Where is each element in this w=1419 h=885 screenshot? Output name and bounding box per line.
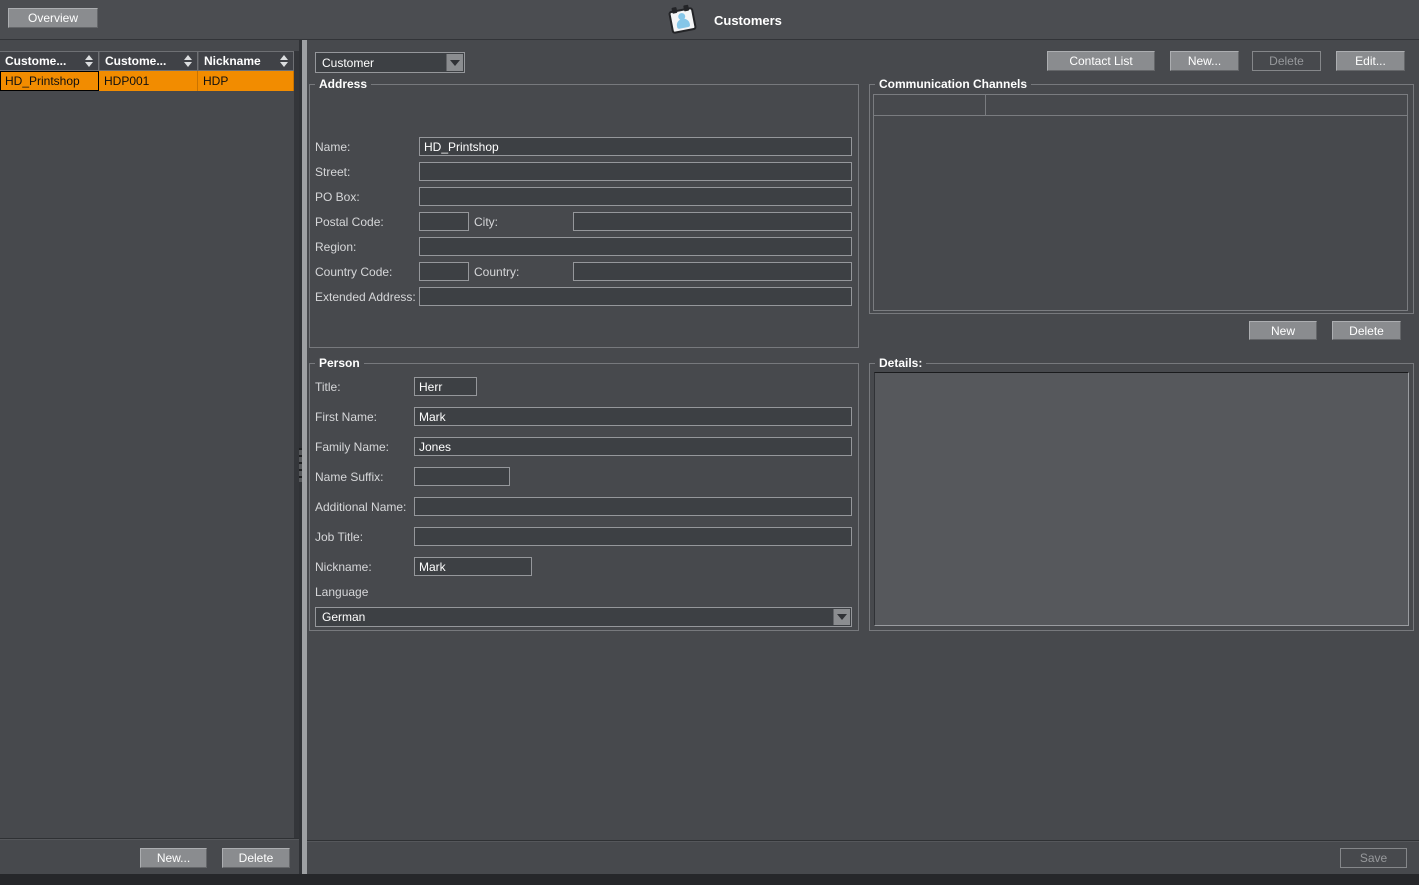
contact-list-button[interactable]: Contact List	[1047, 51, 1155, 71]
person-group: Person Title: First Name: Family Name: N…	[309, 363, 859, 631]
title-field[interactable]	[414, 377, 477, 396]
nickname-label: Nickname:	[315, 560, 414, 574]
new-customer-button[interactable]: New...	[1170, 51, 1239, 71]
column-label: Nickname	[204, 54, 261, 68]
customers-window: Overview Customers Custome... Custome...	[0, 0, 1419, 885]
top-bar: Overview Customers	[0, 0, 1419, 40]
dropdown-arrow-icon[interactable]	[833, 609, 850, 625]
street-field[interactable]	[419, 162, 852, 181]
additional-name-field[interactable]	[414, 497, 852, 516]
channel-type-column-header[interactable]	[874, 95, 986, 115]
details-group: Details:	[869, 363, 1414, 631]
edit-customer-button[interactable]: Edit...	[1336, 51, 1405, 71]
record-type-value: Customer	[322, 56, 374, 70]
cell-customer-name[interactable]: HD_Printshop	[0, 71, 99, 91]
customers-badge-icon	[668, 4, 698, 36]
left-footer-separator	[0, 838, 299, 840]
overview-button[interactable]: Overview	[8, 8, 98, 28]
region-label: Region:	[315, 240, 419, 254]
customer-row-selected[interactable]: HD_Printshop HDP001 HDP	[0, 71, 294, 91]
record-type-dropdown[interactable]: Customer	[315, 52, 465, 73]
column-header-customer-number[interactable]: Custome...	[99, 52, 198, 70]
cell-customer-number[interactable]: HDP001	[99, 71, 198, 91]
region-field[interactable]	[419, 237, 852, 256]
family-name-field[interactable]	[414, 437, 852, 456]
name-suffix-label: Name Suffix:	[315, 470, 414, 484]
panel-splitter[interactable]	[299, 40, 307, 874]
communication-channels-table[interactable]	[873, 94, 1408, 311]
postal-code-field[interactable]	[419, 212, 469, 231]
delete-channel-button[interactable]: Delete	[1332, 321, 1401, 340]
customer-table-header: Custome... Custome... Nickname	[0, 51, 294, 71]
details-group-title: Details:	[875, 356, 926, 370]
first-name-label: First Name:	[315, 410, 414, 424]
new-list-entry-button[interactable]: New...	[140, 848, 207, 868]
street-label: Street:	[315, 165, 419, 179]
communication-channels-table-header	[874, 95, 1407, 116]
city-field[interactable]	[573, 212, 852, 231]
column-header-nickname[interactable]: Nickname	[198, 52, 294, 70]
cell-nickname[interactable]: HDP	[198, 71, 294, 91]
new-channel-button[interactable]: New	[1249, 321, 1317, 340]
language-dropdown[interactable]: German	[315, 607, 852, 627]
communication-channels-group: Communication Channels	[869, 84, 1414, 314]
dropdown-arrow-icon[interactable]	[446, 54, 463, 71]
name-suffix-field[interactable]	[414, 467, 510, 486]
column-label: Custome...	[5, 54, 66, 68]
country-code-label: Country Code:	[315, 265, 419, 279]
customer-list-table: Custome... Custome... Nickname HD_Prints…	[0, 51, 294, 91]
delete-list-entry-button[interactable]: Delete	[222, 848, 290, 868]
sort-icon	[280, 55, 288, 67]
sort-icon	[184, 55, 192, 67]
save-button[interactable]: Save	[1340, 848, 1407, 868]
sort-icon	[85, 55, 93, 67]
city-label: City:	[469, 215, 573, 229]
nickname-field[interactable]	[414, 557, 532, 576]
first-name-field[interactable]	[414, 407, 852, 426]
po-box-label: PO Box:	[315, 190, 419, 204]
right-footer-separator	[307, 840, 1419, 842]
name-label: Name:	[315, 140, 419, 154]
title-label: Title:	[315, 380, 414, 394]
name-field[interactable]	[419, 137, 852, 156]
additional-name-label: Additional Name:	[315, 500, 414, 514]
extended-address-field[interactable]	[419, 287, 852, 306]
person-group-title: Person	[315, 356, 364, 370]
job-title-field[interactable]	[414, 527, 852, 546]
address-group: Address Name: Street: PO Box: Postal Cod…	[309, 84, 859, 348]
job-title-label: Job Title:	[315, 530, 414, 544]
title-area: Customers	[668, 0, 782, 40]
po-box-field[interactable]	[419, 187, 852, 206]
splitter-grip-icon[interactable]	[299, 448, 302, 482]
details-textarea[interactable]	[874, 372, 1409, 626]
page-title: Customers	[714, 13, 782, 28]
delete-customer-button[interactable]: Delete	[1252, 51, 1321, 71]
address-group-title: Address	[315, 77, 371, 91]
extended-address-label: Extended Address:	[315, 290, 419, 304]
country-label: Country:	[469, 265, 573, 279]
column-label: Custome...	[105, 54, 166, 68]
channel-value-column-header[interactable]	[986, 95, 1407, 115]
postal-code-label: Postal Code:	[315, 215, 419, 229]
country-code-field[interactable]	[419, 262, 469, 281]
language-label: Language	[315, 585, 414, 599]
language-value: German	[322, 610, 365, 624]
communication-channels-title: Communication Channels	[875, 77, 1031, 91]
column-header-customer-name[interactable]: Custome...	[0, 52, 99, 70]
family-name-label: Family Name:	[315, 440, 414, 454]
country-field[interactable]	[573, 262, 852, 281]
window-bottom-edge	[0, 874, 1419, 885]
